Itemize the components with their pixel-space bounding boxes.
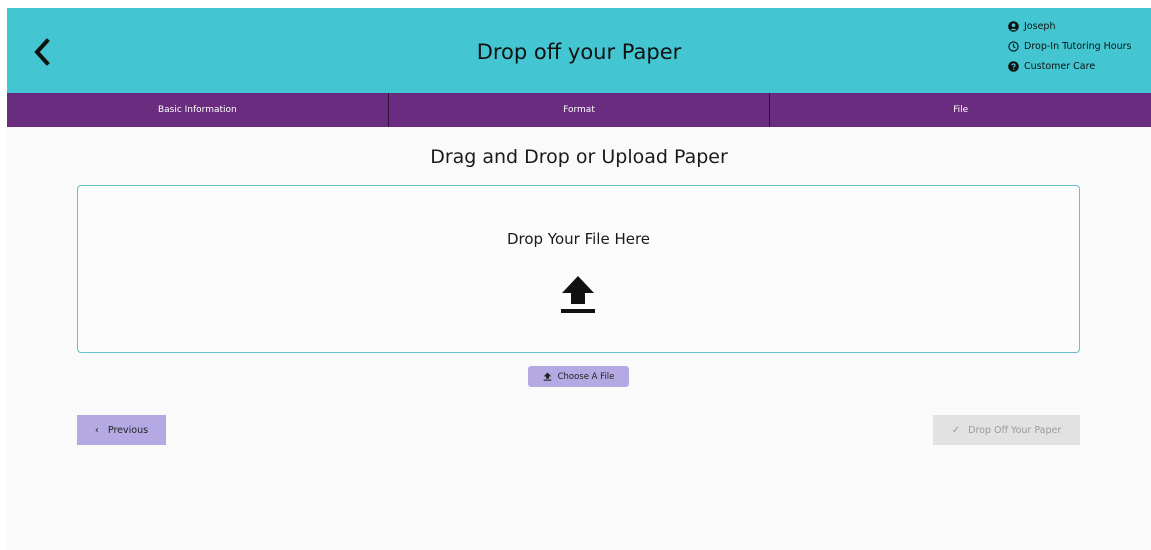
dropzone-text: Drop Your File Here xyxy=(506,230,651,248)
user-circle-icon xyxy=(1008,20,1019,32)
previous-label: Previous xyxy=(107,424,149,436)
question-circle-icon xyxy=(1008,60,1019,72)
choose-file-label: Choose A File xyxy=(557,371,615,382)
header-bar: Drop off your Paper Joseph Drop-In Tutor… xyxy=(7,8,1151,93)
back-button[interactable] xyxy=(31,38,53,66)
tab-format[interactable]: Format xyxy=(387,93,770,127)
tutoring-hours-label: Drop-In Tutoring Hours xyxy=(1024,40,1132,52)
chevron-left-icon xyxy=(34,38,50,66)
previous-button[interactable]: ‹ Previous xyxy=(77,415,166,445)
drop-off-paper-button[interactable]: ✓ Drop Off Your Paper xyxy=(933,415,1080,445)
check-icon: ✓ xyxy=(951,424,961,436)
step-tabs: Basic Information Format File xyxy=(7,93,1151,127)
user-menu-item-tutoring-hours[interactable]: Drop-In Tutoring Hours xyxy=(1008,36,1144,56)
upload-icon xyxy=(559,274,597,314)
clock-icon xyxy=(1008,40,1019,52)
user-menu-item-customer-care[interactable]: Customer Care xyxy=(1008,56,1144,76)
user-name: Joseph xyxy=(1024,20,1056,32)
user-menu-item-account[interactable]: Joseph xyxy=(1008,16,1144,36)
tab-basic-information[interactable]: Basic Information xyxy=(7,93,388,127)
app-frame: Drop off your Paper Joseph Drop-In Tutor… xyxy=(7,8,1151,550)
page-title-wrap: Drop off your Paper xyxy=(7,8,1151,93)
file-dropzone[interactable]: Drop Your File Here xyxy=(77,185,1080,353)
section-title: Drag and Drop or Upload Paper xyxy=(430,146,728,168)
page-title: Drop off your Paper xyxy=(476,40,682,64)
choose-file-button[interactable]: Choose A File xyxy=(528,366,629,387)
customer-care-label: Customer Care xyxy=(1024,60,1096,72)
user-menu: Joseph Drop-In Tutoring Hours Customer C… xyxy=(1008,16,1144,76)
drop-off-label: Drop Off Your Paper xyxy=(968,424,1062,436)
upload-icon xyxy=(543,372,552,381)
tab-file[interactable]: File xyxy=(769,93,1151,127)
chevron-left-icon: ‹ xyxy=(94,424,99,436)
